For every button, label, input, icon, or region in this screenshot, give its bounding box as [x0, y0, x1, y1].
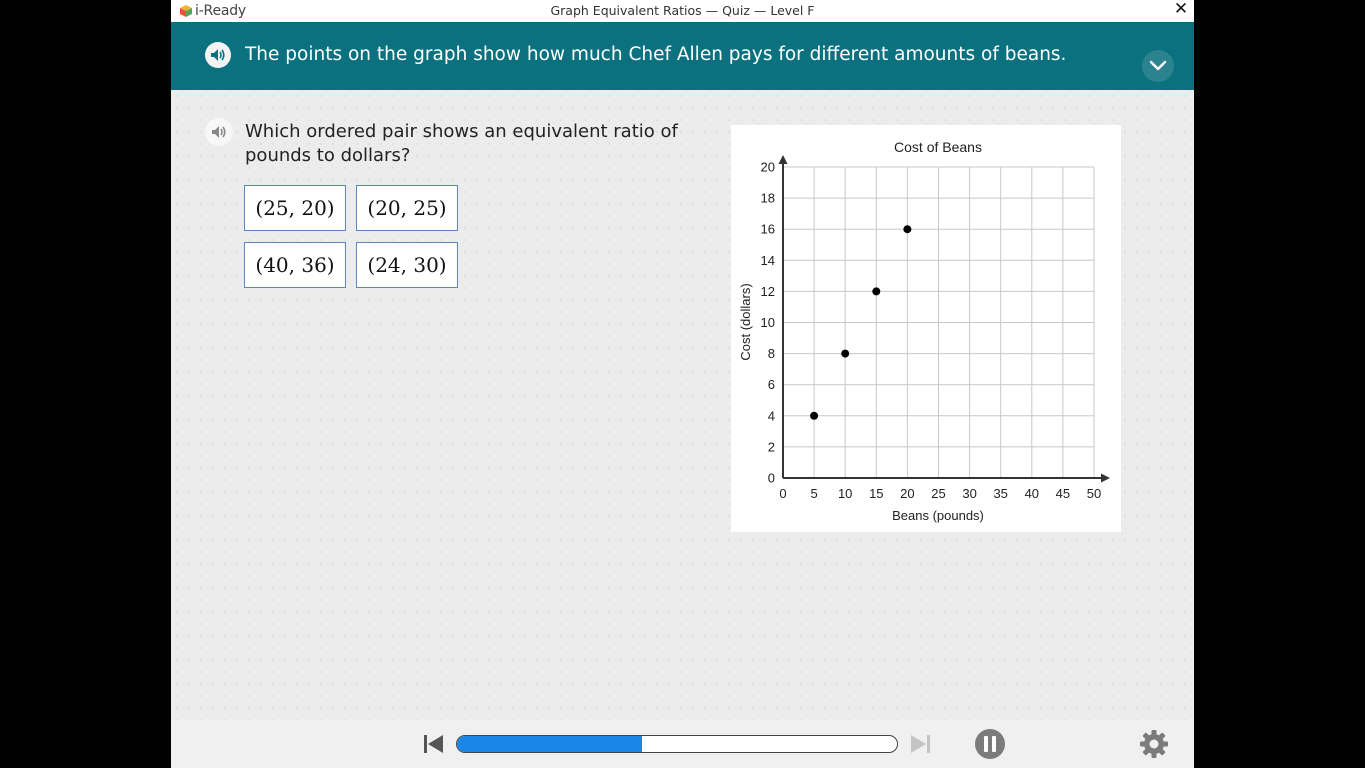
speaker-icon	[212, 126, 226, 138]
x-axis-label: Beans (pounds)	[892, 508, 984, 523]
x-tick-label: 35	[993, 486, 1007, 501]
progress-bar	[456, 735, 898, 753]
data-point	[841, 349, 850, 358]
y-tick-label: 12	[761, 284, 775, 299]
data-point	[810, 411, 819, 420]
x-tick-label: 45	[1056, 486, 1070, 501]
y-tick-label: 4	[768, 408, 775, 423]
answer-choice[interactable]: (24, 30)	[356, 242, 458, 288]
y-axis-arrow	[778, 155, 788, 164]
x-tick-label: 25	[931, 486, 945, 501]
x-tick-label: 0	[779, 486, 786, 501]
y-tick-label: 0	[768, 471, 775, 486]
speaker-icon	[211, 49, 225, 61]
x-tick-label: 50	[1087, 486, 1101, 501]
answer-choice[interactable]: (40, 36)	[244, 242, 346, 288]
x-axis-arrow	[1101, 473, 1110, 483]
y-tick-label: 16	[761, 222, 775, 237]
bottom-toolbar	[171, 720, 1194, 768]
previous-icon[interactable]	[421, 732, 445, 756]
title-bar: i-Ready Graph Equivalent Ratios — Quiz —…	[171, 0, 1194, 22]
banner-speaker-button[interactable]	[205, 42, 231, 68]
window-title: Graph Equivalent Ratios — Quiz — Level F	[550, 3, 815, 18]
y-tick-label: 8	[768, 346, 775, 361]
x-tick-label: 10	[838, 486, 852, 501]
y-tick-label: 18	[761, 191, 775, 206]
scatter-chart: 0 5 10 15 20 25 30 35 40 45 50 0 2 4 6 8 10 12 14 16 18 20 Co…	[738, 139, 1110, 523]
x-tick-label: 20	[900, 486, 914, 501]
answer-choice[interactable]: (25, 20)	[244, 185, 346, 231]
x-tick-label: 40	[1025, 486, 1039, 501]
y-tick-label: 6	[768, 377, 775, 392]
answer-choice[interactable]: (20, 25)	[356, 185, 458, 231]
y-tick-label: 20	[761, 160, 775, 175]
x-tick-label: 5	[810, 486, 817, 501]
close-icon[interactable]: ✕	[1171, 0, 1191, 19]
question-text: Which ordered pair shows an equivalent r…	[245, 121, 678, 166]
chart-title: Cost of Beans	[894, 139, 982, 155]
y-axis-label: Cost (dollars)	[738, 283, 753, 360]
data-point	[903, 225, 912, 234]
banner-text: The points on the graph show how much Ch…	[245, 44, 1067, 65]
collapse-banner-button[interactable]	[1142, 50, 1174, 82]
chart-axes	[778, 155, 1110, 483]
x-tick-label: 30	[962, 486, 976, 501]
instruction-banner: The points on the graph show how much Ch…	[171, 22, 1194, 90]
data-point	[872, 287, 881, 296]
progress-fill	[457, 736, 642, 752]
y-tick-label: 10	[761, 315, 775, 330]
next-icon[interactable]	[909, 732, 933, 756]
gear-icon[interactable]	[1139, 729, 1169, 759]
pause-button[interactable]	[975, 729, 1005, 759]
chart-grid	[783, 166, 1095, 478]
chevron-down-icon	[1149, 60, 1167, 71]
chart-ticks: 0 5 10 15 20 25 30 35 40 45 50 0 2 4 6 8 10 12 14 16 18 20	[761, 160, 1102, 502]
main-content: Which ordered pair shows an equivalent r…	[171, 90, 1194, 720]
y-tick-label: 2	[768, 439, 775, 454]
question-speaker-button[interactable]	[205, 118, 233, 146]
y-tick-label: 14	[761, 253, 775, 268]
chart-card: 0 5 10 15 20 25 30 35 40 45 50 0 2 4 6 8 10 12 14 16 18 20 Co…	[731, 125, 1121, 532]
x-tick-label: 15	[869, 486, 883, 501]
pause-icon	[984, 736, 988, 752]
